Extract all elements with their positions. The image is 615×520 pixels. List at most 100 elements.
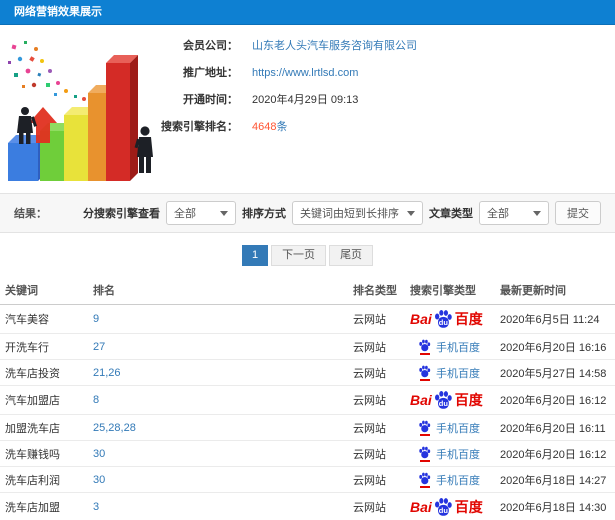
page-title: 网络营销效果展示 [14,6,102,18]
updated-time-cell: 2020年6月5日 11:24 [495,304,615,334]
red-underline [419,459,430,462]
baidu-paw-icon [419,472,431,484]
rank-link[interactable]: 21,26 [88,359,348,386]
table-row: 汽车加盟店 8 云网站 Bai du 百度 2020年6月20日 16:12 [0,385,615,415]
info-row-open-time: 开通时间： 2020年4月29日 09:13 [150,93,615,107]
rank-type-cell: 云网站 [348,414,405,441]
mobile-baidu-logo: 手机百度 [418,339,480,355]
info-value-promo-url[interactable]: https://www.lrtlsd.com [252,66,358,80]
baidu-logo-text-bai: Bai [410,311,432,327]
last-page-button[interactable]: 尾页 [329,244,374,266]
baidu-paw-icon [419,446,431,458]
mobile-baidu-label: 手机百度 [436,341,480,354]
table-row: 洗车店利润 30 云网站 手机百度 2020年6月18日 14:27 [0,466,615,493]
rank-type-cell: 云网站 [348,333,405,360]
mobile-baidu-logo: 手机百度 [418,472,480,488]
red-underline [419,352,430,355]
info-label: 搜索引擎排名： [161,121,238,133]
filter-bar: 结果： 分搜索引擎查看 全部 排序方式 关键词由短到长排序 文章类型 全部 提交 [0,193,615,233]
engine-type-cell: 手机百度 [405,333,495,360]
column-header-0: 关键词 [0,277,88,305]
updated-time-cell: 2020年6月20日 16:11 [495,414,615,441]
table-row: 洗车店加盟 3 云网站 Bai du 百度 2020年6月18日 14:30 [0,492,615,520]
engine-type-cell: Bai du 百度 [405,304,495,334]
mobile-baidu-logo: 手机百度 [418,420,480,436]
baidu-logo: Bai du 百度 [410,309,483,329]
updated-time-cell: 2020年6月18日 14:30 [495,492,615,520]
info-value-engine-rank-count: 4648条 [252,120,287,134]
table-row: 洗车店投资 21,26 云网站 手机百度 2020年5月27日 14:58 [0,359,615,386]
column-header-3: 搜索引擎类型 [405,277,495,305]
sort-filter-select[interactable]: 关键词由短到长排序 [292,201,423,225]
column-header-4: 最新更新时间 [495,277,615,305]
red-underline [419,378,430,381]
red-underline [419,485,430,488]
engine-type-cell: 手机百度 [405,466,495,493]
table-row: 加盟洗车店 25,28,28 云网站 手机百度 2020年6月20日 16:11 [0,414,615,441]
baidu-logo-text-bai: Bai [410,499,432,515]
baidu-paw-icon [419,365,431,377]
baidu-paw-icon: du [434,310,452,328]
rank-link[interactable]: 27 [88,333,348,360]
keyword-cell: 开洗车行 [0,333,88,360]
baidu-logo: Bai du 百度 [410,497,483,517]
engine-filter-select[interactable]: 全部 [166,201,236,225]
svg-text:du: du [439,506,449,515]
rank-type-cell: 云网站 [348,304,405,334]
rank-link[interactable]: 9 [88,304,348,334]
info-row-member-company: 会员公司： 山东老人头汽车服务咨询有限公司 [150,39,615,53]
rank-type-cell: 云网站 [348,492,405,520]
mobile-baidu-label: 手机百度 [436,474,480,487]
confetti-dots [8,41,95,104]
mobile-baidu-logo: 手机百度 [418,446,480,462]
page-number-current[interactable]: 1 [241,244,269,266]
table-row: 洗车赚钱吗 30 云网站 手机百度 2020年6月20日 16:12 [0,440,615,467]
article-type-select[interactable]: 全部 [479,201,549,225]
rank-link[interactable]: 25,28,28 [88,414,348,441]
keyword-cell: 汽车加盟店 [0,385,88,415]
pagination: 1 下一页 尾页 [0,233,615,277]
updated-time-cell: 2020年6月20日 16:12 [495,440,615,467]
results-table: 关键词 排名 排名类型 搜索引擎类型 最新更新时间 汽车美容 9 云网站 Bai du 百度 202… [0,277,615,520]
table-row: 开洗车行 27 云网站 手机百度 2020年6月20日 16:16 [0,333,615,360]
keyword-cell: 加盟洗车店 [0,414,88,441]
engine-type-cell: Bai du 百度 [405,385,495,415]
updated-time-cell: 2020年5月27日 14:58 [495,359,615,386]
red-underline [419,433,430,436]
chevron-down-icon [533,210,541,216]
engine-type-cell: 手机百度 [405,440,495,467]
submit-button[interactable]: 提交 [555,201,601,225]
mobile-baidu-paw [418,339,431,355]
rank-type-cell: 云网站 [348,466,405,493]
next-page-button[interactable]: 下一页 [271,244,327,266]
info-value-member-company[interactable]: 山东老人头汽车服务咨询有限公司 [252,39,417,53]
mobile-baidu-paw [418,365,431,381]
rank-link[interactable]: 3 [88,492,348,520]
column-header-2: 排名类型 [348,277,405,305]
rank-link[interactable]: 30 [88,440,348,467]
table-body: 汽车美容 9 云网站 Bai du 百度 2020年6月5日 11:24 开洗车行 27 云网站手… [0,304,615,520]
rank-link[interactable]: 8 [88,385,348,415]
table-row: 汽车美容 9 云网站 Bai du 百度 2020年6月5日 11:24 [0,304,615,334]
mobile-baidu-label: 手机百度 [436,367,480,380]
baidu-paw-icon: du [434,391,452,409]
updated-time-cell: 2020年6月20日 16:12 [495,385,615,415]
mobile-baidu-label: 手机百度 [436,448,480,461]
engine-type-cell: 手机百度 [405,414,495,441]
keyword-cell: 洗车赚钱吗 [0,440,88,467]
mobile-baidu-logo: 手机百度 [418,365,480,381]
info-value-open-time: 2020年4月29日 09:13 [252,94,359,106]
baidu-logo-text-cn: 百度 [454,499,483,515]
rank-type-cell: 云网站 [348,359,405,386]
mobile-baidu-paw [418,446,431,462]
info-row-engine-rank-count: 搜索引擎排名： 4648条 [150,120,615,134]
mobile-baidu-paw [418,420,431,436]
engine-filter-label: 分搜索引擎查看 [83,208,160,220]
info-label: 开通时间： [183,94,238,106]
mobile-baidu-label: 手机百度 [436,422,480,435]
count-unit: 条 [276,121,288,133]
updated-time-cell: 2020年6月20日 16:16 [495,333,615,360]
column-header-1: 排名 [88,277,348,305]
rank-link[interactable]: 30 [88,466,348,493]
rank-type-cell: 云网站 [348,440,405,467]
